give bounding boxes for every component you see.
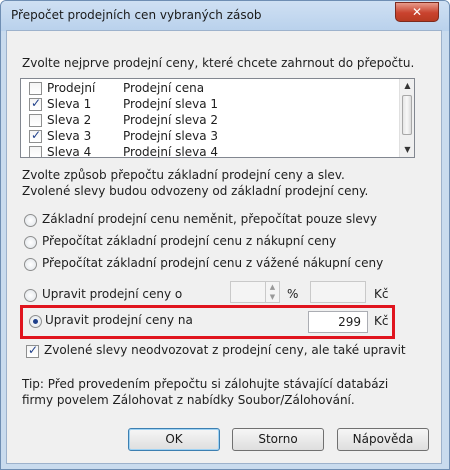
radio-adjust-by-label[interactable]: Upravit prodejní ceny o	[42, 287, 182, 301]
list-item-name: Prodejní sleva 2	[123, 113, 218, 127]
list-item-code: Sleva 4	[47, 145, 92, 158]
adjust-amount-input[interactable]	[310, 281, 366, 303]
scroll-up-arrow-icon[interactable]: ▲	[400, 79, 414, 93]
also-adjust-discounts-label[interactable]: Zvolené slevy neodvozovat z prodejní cen…	[44, 343, 406, 357]
method-description-line2: Zvolené slevy budou odvozeny od základní…	[22, 184, 369, 198]
list-scrollbar[interactable]: ▲ ▼	[399, 79, 414, 157]
list-item-code: Prodejní	[47, 81, 96, 95]
price-list[interactable]: Prodejní Prodejní cena Sleva 1 Prodejní …	[20, 78, 415, 158]
radio-adjust-by[interactable]	[24, 289, 37, 302]
close-icon: ✕	[411, 5, 423, 19]
scroll-down-arrow-icon[interactable]: ▼	[400, 143, 414, 157]
list-item-checkbox[interactable]	[29, 82, 42, 95]
help-button-label: Nápověda	[352, 432, 414, 446]
tip-line1: Tip: Před provedením přepočtu si zálohuj…	[22, 377, 389, 391]
radio-adjust-to-label[interactable]: Upravit prodejní ceny na	[45, 313, 193, 327]
cancel-button[interactable]: Storno	[232, 428, 324, 451]
list-item-code: Sleva 1	[47, 97, 92, 111]
adjust-to-value: 299	[338, 315, 361, 329]
list-item[interactable]: Sleva 2 Prodejní sleva 2	[21, 113, 401, 129]
list-item[interactable]: Prodejní Prodejní cena	[21, 81, 401, 97]
radio-from-purchase-price-label[interactable]: Přepočítat základní prodejní cenu z náku…	[42, 234, 336, 248]
close-button[interactable]: ✕	[395, 2, 439, 22]
list-item[interactable]: Sleva 3 Prodejní sleva 3	[21, 128, 401, 145]
scroll-thumb[interactable]	[402, 95, 412, 135]
list-item-checkbox[interactable]	[29, 114, 42, 127]
adjust-to-currency-label: Kč	[374, 314, 389, 328]
window-title: Přepočet prodejních cen vybraných zásob	[11, 8, 262, 22]
stepper-up-icon[interactable]: ▲	[266, 282, 279, 292]
list-item-name: Prodejní sleva 4	[123, 145, 218, 158]
list-item-checkbox[interactable]	[29, 96, 42, 111]
title-bar[interactable]: Přepočet prodejních cen vybraných zásob …	[1, 1, 449, 31]
list-item-checkbox[interactable]	[29, 146, 42, 157]
list-item-name: Prodejní sleva 3	[123, 129, 218, 143]
radio-from-weighted-price-label[interactable]: Přepočítat základní prodejní cenu z váže…	[42, 256, 383, 270]
radio-from-weighted-price[interactable]	[24, 258, 37, 271]
radio-from-purchase-price[interactable]	[24, 236, 37, 249]
radio-keep-base-price[interactable]	[24, 214, 37, 227]
radio-adjust-to[interactable]	[29, 315, 42, 328]
list-item-code: Sleva 2	[47, 113, 92, 127]
list-item-name: Prodejní cena	[123, 81, 205, 95]
also-adjust-discounts-checkbox[interactable]	[26, 343, 39, 358]
help-button[interactable]: Nápověda	[337, 428, 429, 451]
percent-stepper[interactable]: ▲ ▼	[265, 281, 280, 303]
adjust-by-currency-label: Kč	[374, 287, 389, 301]
percent-unit-label: %	[287, 287, 299, 301]
ok-button[interactable]: OK	[128, 428, 220, 451]
intro-text: Zvolte nejprve prodejní ceny, které chce…	[22, 56, 415, 70]
tip-line2: firmy povelem Zálohovat z nabídky Soubor…	[22, 393, 355, 407]
method-description-line1: Zvolte způsob přepočtu základní prodejní…	[22, 168, 345, 182]
list-item-code: Sleva 3	[47, 129, 92, 143]
list-item-checkbox[interactable]	[29, 128, 42, 143]
list-item[interactable]: Sleva 1 Prodejní sleva 1	[21, 96, 401, 113]
stepper-down-icon[interactable]: ▼	[266, 292, 279, 302]
list-item[interactable]: Sleva 4 Prodejní sleva 4	[21, 145, 401, 158]
radio-keep-base-price-label[interactable]: Základní prodejní cenu neměnit, přepočít…	[42, 212, 377, 226]
adjust-to-value-input[interactable]: 299	[308, 311, 368, 333]
list-item-name: Prodejní sleva 1	[123, 97, 218, 111]
